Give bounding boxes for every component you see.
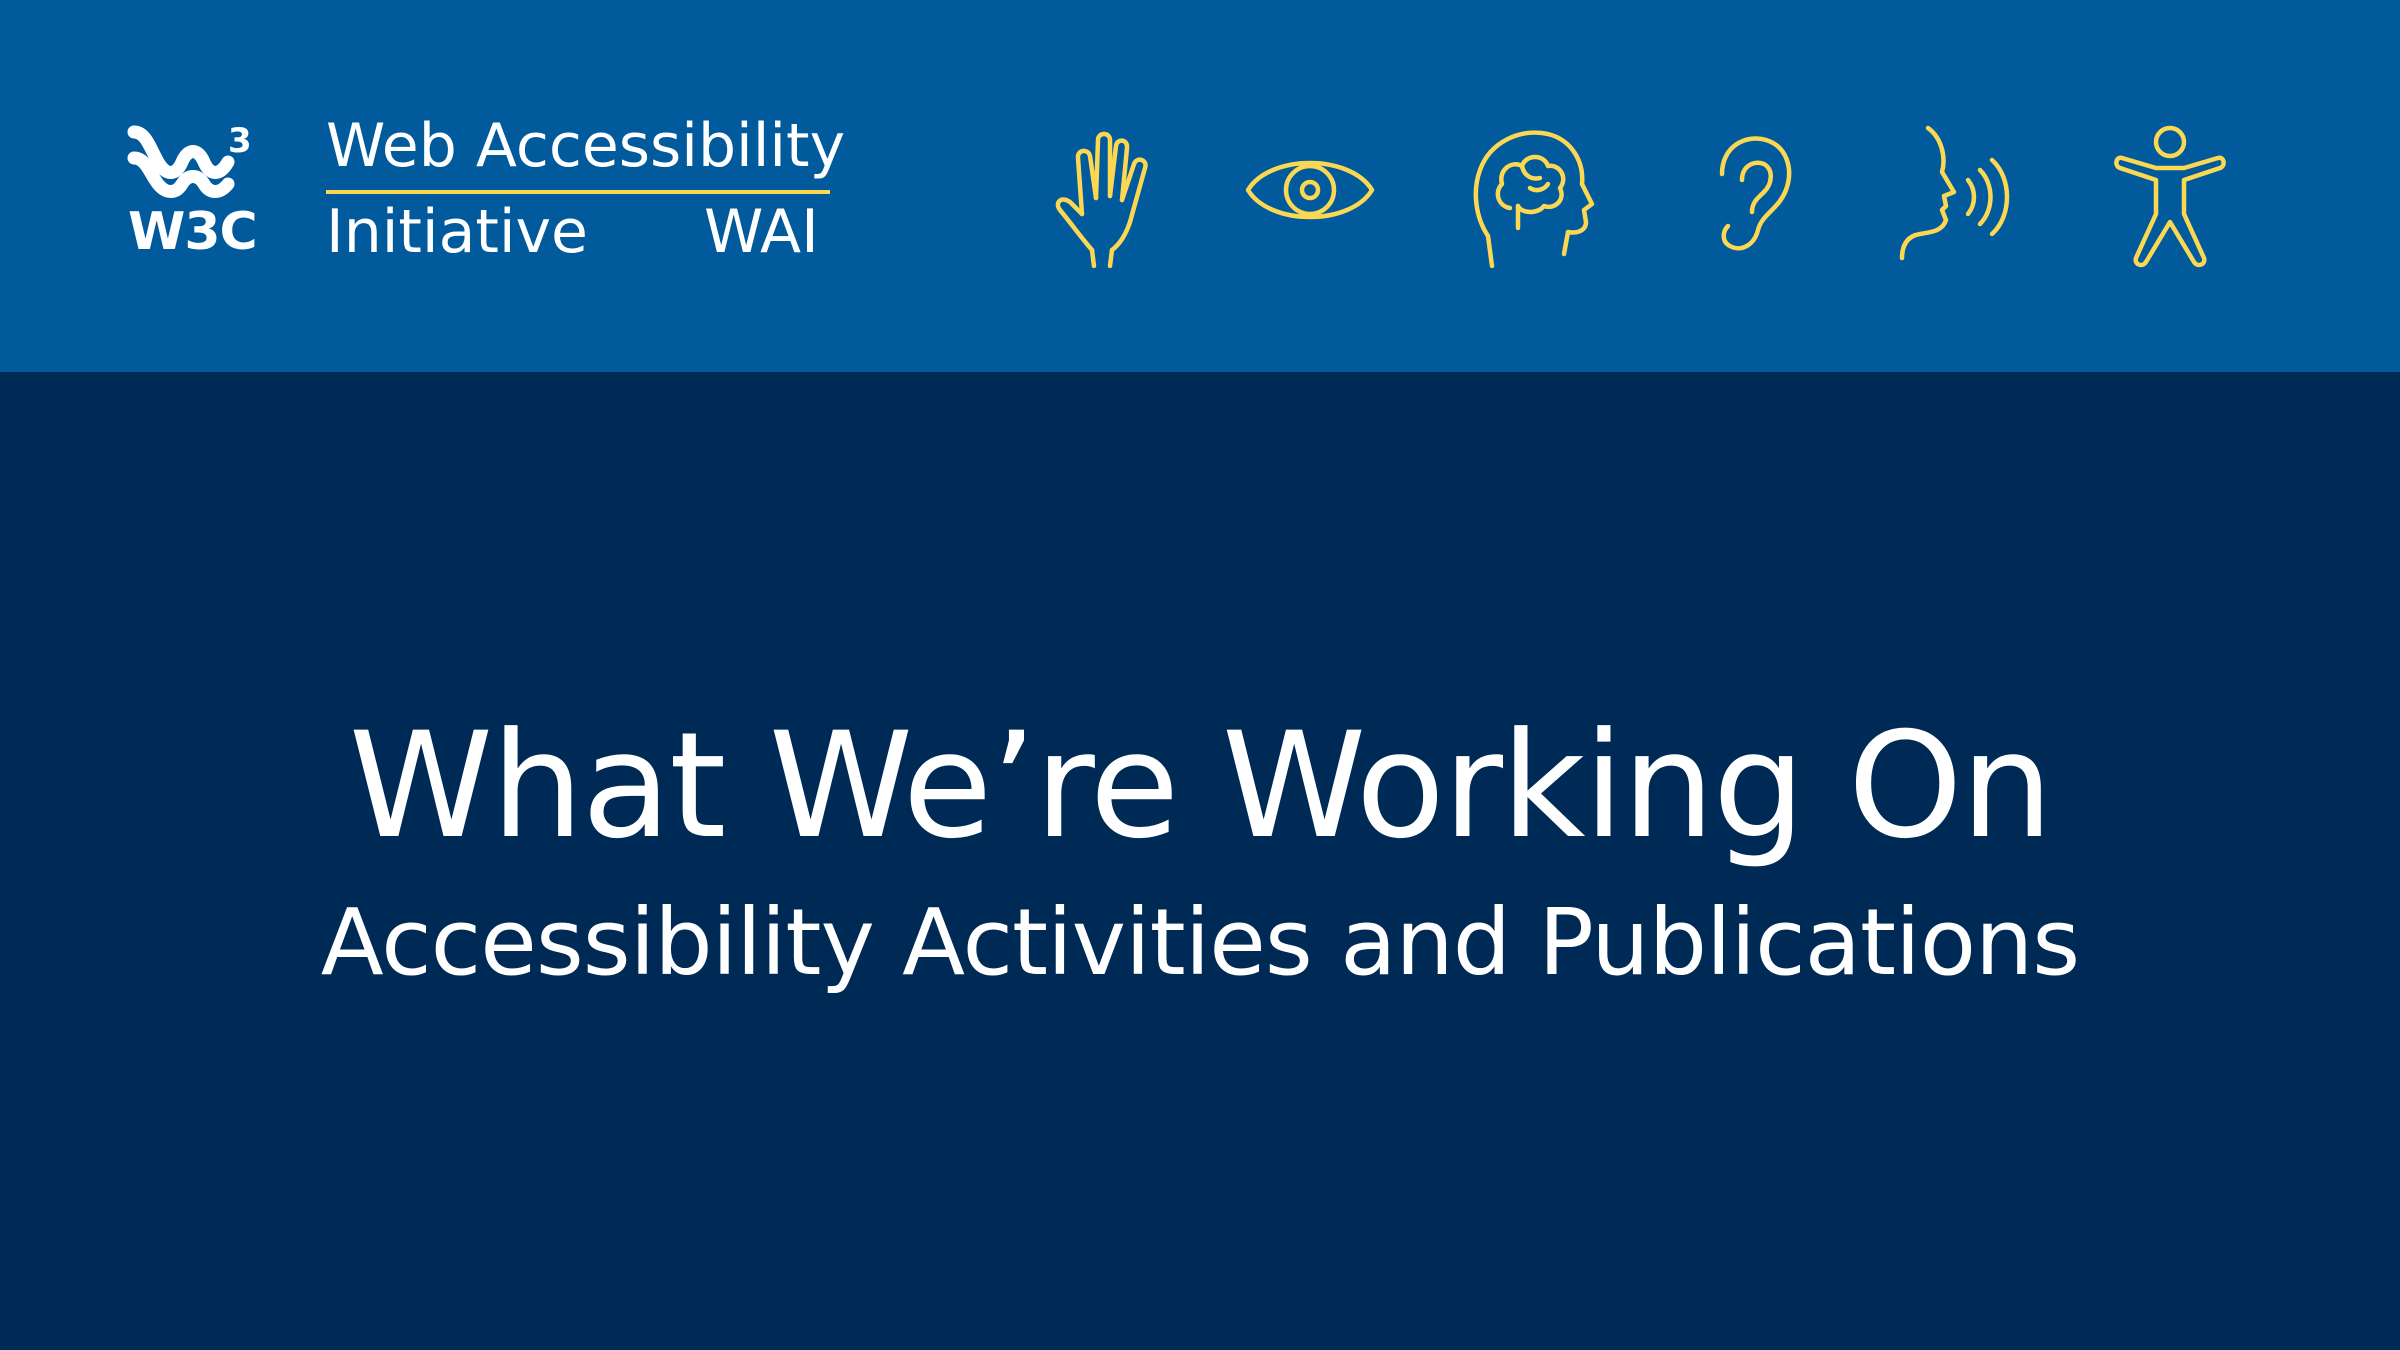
- speech-icon: [1880, 118, 2020, 268]
- slide: 3 W3C Web Accessibility Initiative WAI W…: [0, 0, 2400, 1350]
- wai-underline: [326, 190, 830, 194]
- accessibility-figure-icon: [2100, 118, 2240, 268]
- brain-head-icon: [1460, 118, 1600, 268]
- eye-icon: [1240, 118, 1380, 268]
- svg-text:3: 3: [228, 121, 252, 161]
- wai-acronym: WAI: [704, 197, 819, 267]
- page-subtitle: Accessibility Activities and Publication…: [320, 889, 2080, 996]
- wai-title-line1: Web Accessibility: [326, 111, 846, 181]
- header-banner: 3 W3C Web Accessibility Initiative WAI: [0, 0, 2400, 372]
- w3c-wordmark: W3C: [128, 202, 258, 262]
- ear-icon: [1680, 118, 1820, 268]
- hand-icon: [1030, 118, 1170, 268]
- wai-title-line2: Initiative: [326, 197, 588, 267]
- page-title: What We’re Working On: [348, 701, 2053, 871]
